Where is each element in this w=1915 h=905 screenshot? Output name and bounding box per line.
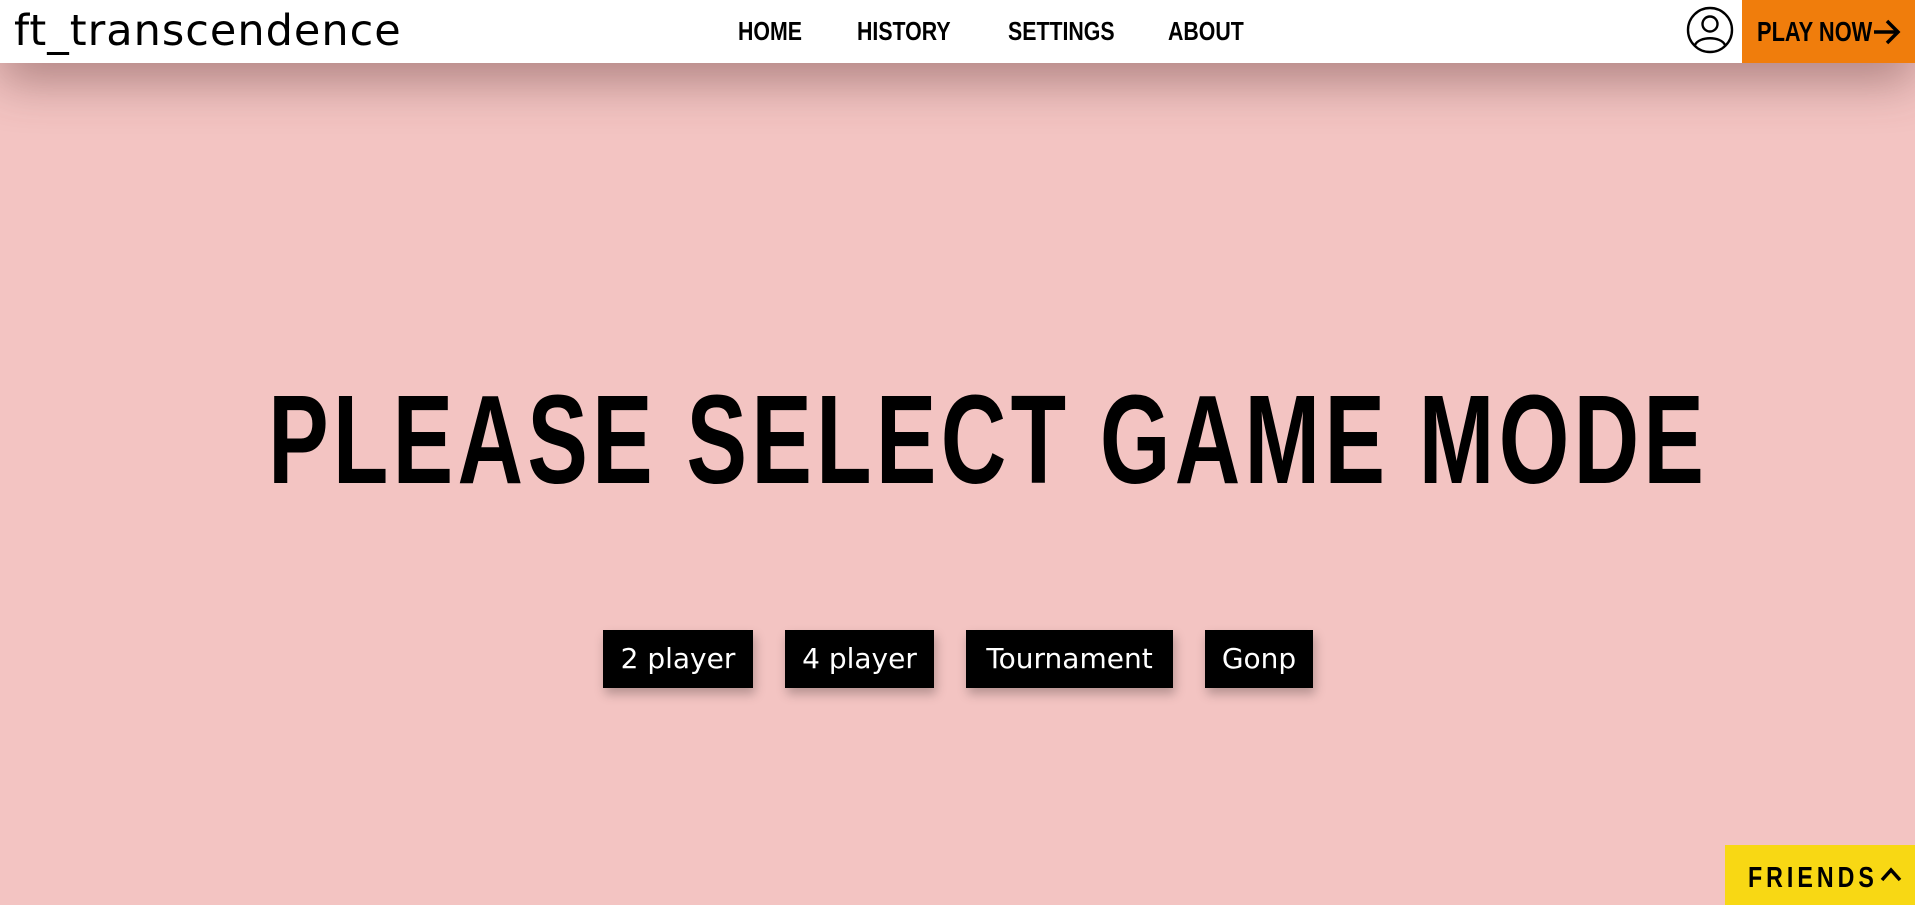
play-now-button[interactable]: PLAY NOW [1742, 0, 1915, 63]
nav-link-about[interactable]: ABOUT [1168, 0, 1244, 63]
mode-tournament-button[interactable]: Tournament [966, 630, 1173, 688]
user-circle-icon[interactable] [1686, 6, 1734, 54]
mode-gonp-button[interactable]: Gonp [1205, 630, 1313, 688]
friends-label: FRIENDS [1748, 862, 1878, 894]
mode-4-player-button[interactable]: 4 player [785, 630, 934, 688]
arrow-right-icon [1874, 19, 1901, 45]
nav-link-settings[interactable]: SETTINGS [1008, 0, 1115, 63]
chevron-up-icon [1880, 867, 1902, 882]
nav-link-home[interactable]: HOME [738, 0, 802, 63]
page-title: PLEASE SELECT GAME MODE [268, 369, 1709, 510]
nav-link-history[interactable]: HISTORY [857, 0, 951, 63]
play-now-label: PLAY NOW [1757, 16, 1873, 47]
mode-2-player-button[interactable]: 2 player [603, 630, 753, 688]
friends-toggle-button[interactable]: FRIENDS [1725, 845, 1915, 905]
main-nav: HOME HISTORY SETTINGS ABOUT [0, 0, 1915, 63]
game-mode-selector: 2 player 4 player Tournament Gonp [0, 630, 1915, 688]
top-navbar: ft_transcendence HOME HISTORY SETTINGS A… [0, 0, 1915, 63]
